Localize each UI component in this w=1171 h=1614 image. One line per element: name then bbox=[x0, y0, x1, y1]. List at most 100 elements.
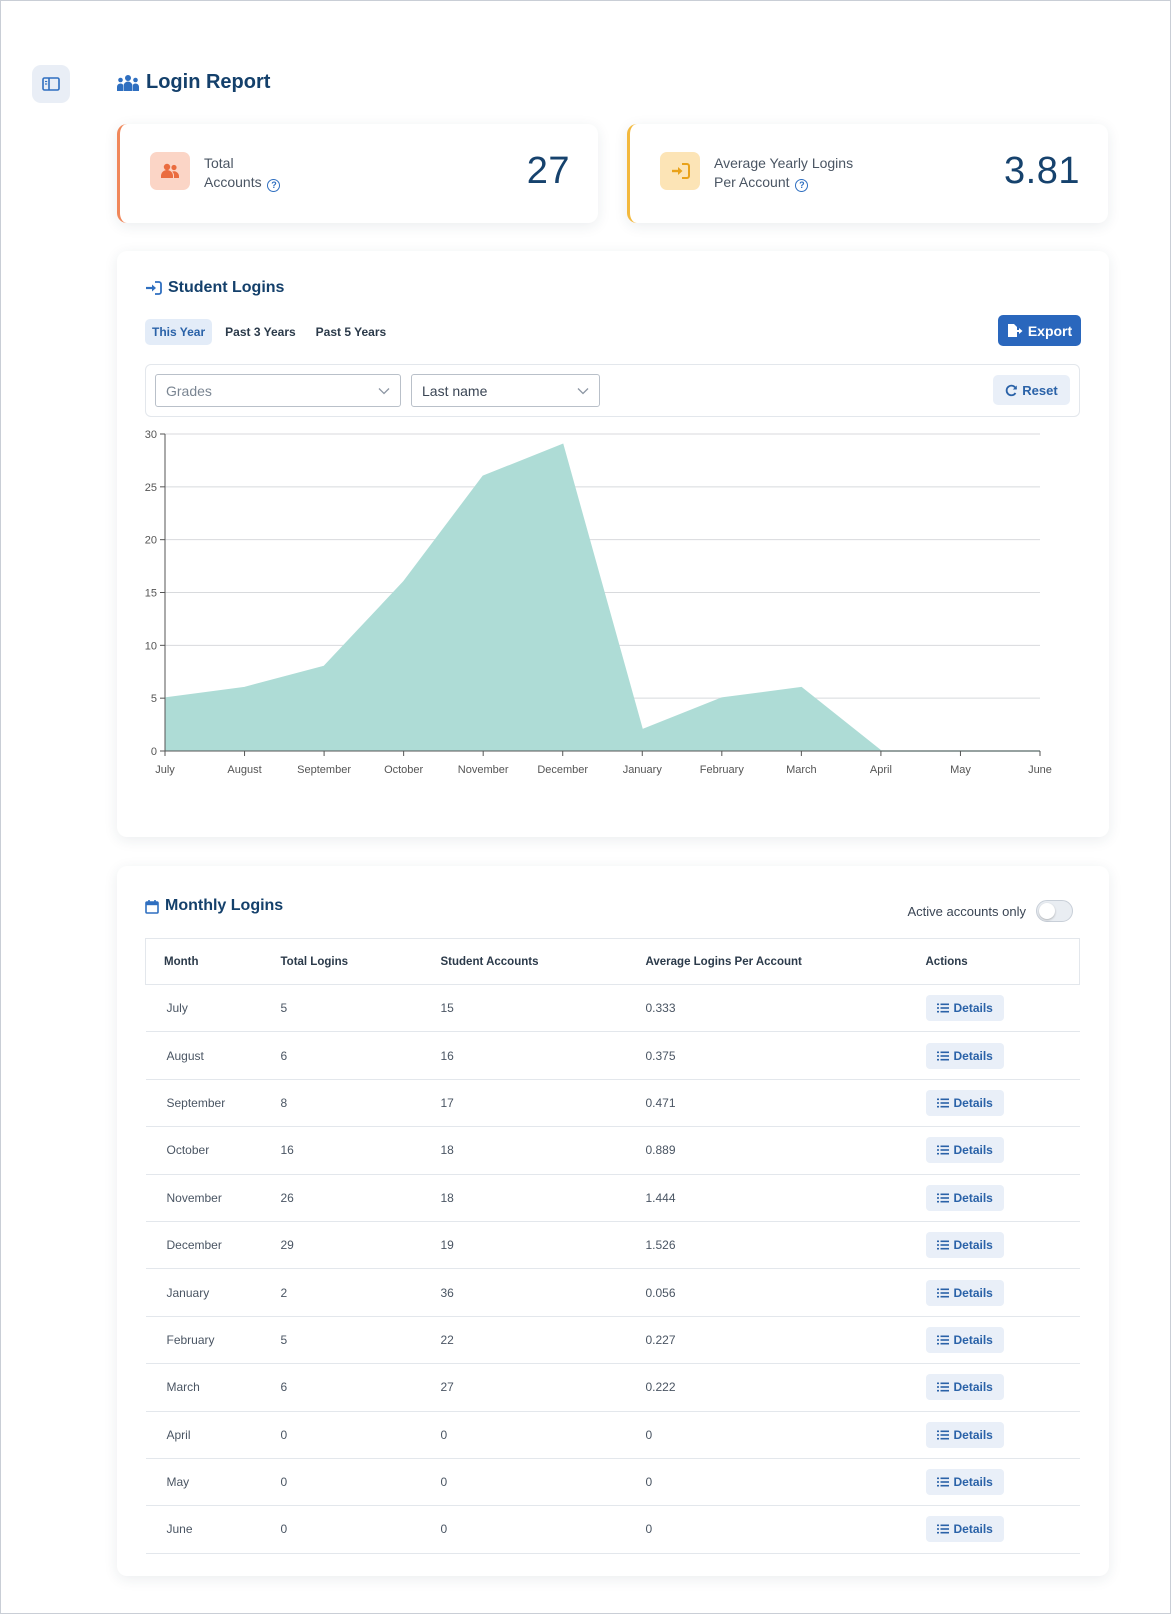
month-cell: October bbox=[166, 1143, 210, 1158]
details-button[interactable]: Details bbox=[925, 1326, 1004, 1353]
sign-in-icon bbox=[146, 281, 162, 295]
monthly-logins-title-text: Monthly Logins bbox=[165, 897, 284, 914]
total-accounts-label-line1: Total bbox=[204, 155, 234, 171]
table-row: March 6 27 0.222 Details bbox=[145, 1364, 1080, 1412]
total-accounts-card: Total Accounts ? 27 bbox=[117, 124, 598, 223]
student-accounts-cell: 17 bbox=[440, 1095, 454, 1110]
page-title-text: Login Report bbox=[146, 71, 271, 93]
month-cell: March bbox=[166, 1380, 200, 1395]
reset-button[interactable]: Reset bbox=[993, 375, 1070, 405]
average-logins-cell: 0.333 bbox=[645, 1001, 676, 1016]
grades-select-placeholder: Grades bbox=[166, 382, 212, 399]
details-button[interactable]: Details bbox=[925, 995, 1004, 1022]
average-logins-cell: 0.889 bbox=[645, 1143, 676, 1158]
student-logins-area-chart: 0 5 10 15 20 25 30 July August September October No… bbox=[145, 429, 1052, 776]
tab-past-3-years[interactable]: Past 3 Years bbox=[218, 319, 303, 345]
average-yearly-logins-label-line2: Per Account bbox=[714, 174, 790, 190]
student-accounts-cell: 16 bbox=[440, 1048, 454, 1063]
student-logins-card: Student Logins This Year Past 3 Years Pa… bbox=[117, 251, 1109, 837]
details-button-label: Details bbox=[953, 1427, 993, 1442]
total-logins-cell: 6 bbox=[280, 1048, 288, 1063]
x-tick-label: March bbox=[786, 764, 817, 776]
active-accounts-toggle[interactable] bbox=[1036, 900, 1073, 922]
column-header-total-logins: Total Logins bbox=[280, 938, 441, 985]
details-button[interactable]: Details bbox=[925, 1279, 1004, 1306]
total-accounts-label-line2: Accounts bbox=[204, 174, 262, 190]
details-button[interactable]: Details bbox=[925, 1232, 1004, 1259]
month-cell: April bbox=[166, 1427, 191, 1442]
actions-cell: Details bbox=[925, 1079, 1080, 1126]
page-title: Login Report bbox=[116, 71, 270, 94]
details-button[interactable]: Details bbox=[925, 1516, 1004, 1543]
details-button[interactable]: Details bbox=[925, 1184, 1004, 1211]
list-icon bbox=[936, 1193, 949, 1203]
details-button-label: Details bbox=[953, 1285, 993, 1300]
reset-button-label: Reset bbox=[1022, 382, 1058, 398]
actions-cell: Details bbox=[925, 1174, 1080, 1221]
average-yearly-logins-label-line1: Average Yearly Logins bbox=[714, 155, 854, 171]
sidebar-toggle-button[interactable] bbox=[32, 65, 70, 103]
details-button-label: Details bbox=[953, 1380, 993, 1395]
details-button[interactable]: Details bbox=[925, 1421, 1004, 1448]
table-row: July 5 15 0.333 Details bbox=[145, 985, 1080, 1032]
details-button[interactable]: Details bbox=[925, 1374, 1004, 1401]
total-logins-cell: 2 bbox=[280, 1285, 288, 1300]
help-icon[interactable]: ? bbox=[267, 179, 281, 192]
actions-cell: Details bbox=[925, 1221, 1080, 1268]
x-tick-label: July bbox=[155, 764, 175, 776]
monthly-logins-title: Monthly Logins bbox=[145, 897, 283, 915]
details-button-label: Details bbox=[953, 1332, 993, 1347]
average-logins-cell: 0.375 bbox=[645, 1048, 676, 1063]
details-button-label: Details bbox=[953, 1190, 993, 1205]
details-button[interactable]: Details bbox=[925, 1089, 1004, 1116]
actions-cell: Details bbox=[925, 1127, 1080, 1174]
sidebar-panel-icon bbox=[42, 77, 60, 91]
student-accounts-cell: 18 bbox=[440, 1190, 454, 1205]
month-cell: July bbox=[166, 1001, 188, 1016]
y-tick-label: 10 bbox=[145, 640, 157, 652]
column-header-average-logins: Average Logins Per Account bbox=[645, 938, 926, 985]
average-logins-cell: 0.056 bbox=[645, 1285, 676, 1300]
users-group-icon bbox=[117, 74, 139, 91]
toggle-knob bbox=[1039, 903, 1055, 919]
actions-cell: Details bbox=[925, 985, 1080, 1032]
filter-bar: Grades Last name Reset bbox=[145, 364, 1080, 417]
month-cell: May bbox=[166, 1475, 190, 1490]
export-button[interactable]: Export bbox=[998, 315, 1081, 346]
table-row: October 16 18 0.889 Details bbox=[145, 1127, 1080, 1175]
table-header-row: Month Total Logins Student Accounts Aver… bbox=[145, 938, 1080, 985]
x-tick-label: May bbox=[950, 764, 971, 776]
student-accounts-cell: 18 bbox=[440, 1143, 454, 1158]
actions-cell: Details bbox=[925, 1316, 1080, 1363]
actions-cell: Details bbox=[925, 1506, 1080, 1553]
list-icon bbox=[936, 1051, 949, 1061]
month-cell: September bbox=[166, 1095, 226, 1110]
details-button-label: Details bbox=[953, 1095, 993, 1110]
details-button[interactable]: Details bbox=[925, 1137, 1004, 1164]
help-icon[interactable]: ? bbox=[795, 179, 809, 192]
x-tick-label: February bbox=[700, 764, 745, 776]
total-logins-cell: 8 bbox=[280, 1095, 288, 1110]
list-icon bbox=[936, 1430, 949, 1440]
tab-past-5-years[interactable]: Past 5 Years bbox=[309, 319, 394, 345]
list-icon bbox=[936, 1240, 949, 1250]
table-row: November 26 18 1.444 Details bbox=[145, 1174, 1080, 1222]
average-logins-cell: 0 bbox=[645, 1522, 653, 1537]
student-accounts-cell: 22 bbox=[440, 1332, 454, 1347]
student-accounts-cell: 0 bbox=[440, 1427, 448, 1442]
x-tick-label: April bbox=[870, 764, 892, 776]
average-yearly-logins-label: Average Yearly Logins Per Account ? bbox=[714, 154, 853, 192]
x-tick-label: November bbox=[458, 764, 509, 776]
student-accounts-cell: 0 bbox=[440, 1475, 448, 1490]
average-logins-cell: 1.526 bbox=[645, 1238, 676, 1253]
student-accounts-cell: 36 bbox=[440, 1285, 454, 1300]
details-button[interactable]: Details bbox=[925, 1042, 1004, 1069]
details-button[interactable]: Details bbox=[925, 1469, 1004, 1496]
tab-this-year[interactable]: This Year bbox=[145, 319, 213, 345]
grades-select[interactable]: Grades bbox=[155, 374, 401, 407]
table-row: December 29 19 1.526 Details bbox=[145, 1221, 1080, 1269]
total-logins-cell: 6 bbox=[280, 1380, 288, 1395]
monthly-logins-table: Month Total Logins Student Accounts Aver… bbox=[145, 938, 1080, 1554]
total-logins-cell: 5 bbox=[280, 1332, 288, 1347]
sort-select[interactable]: Last name bbox=[411, 374, 600, 407]
